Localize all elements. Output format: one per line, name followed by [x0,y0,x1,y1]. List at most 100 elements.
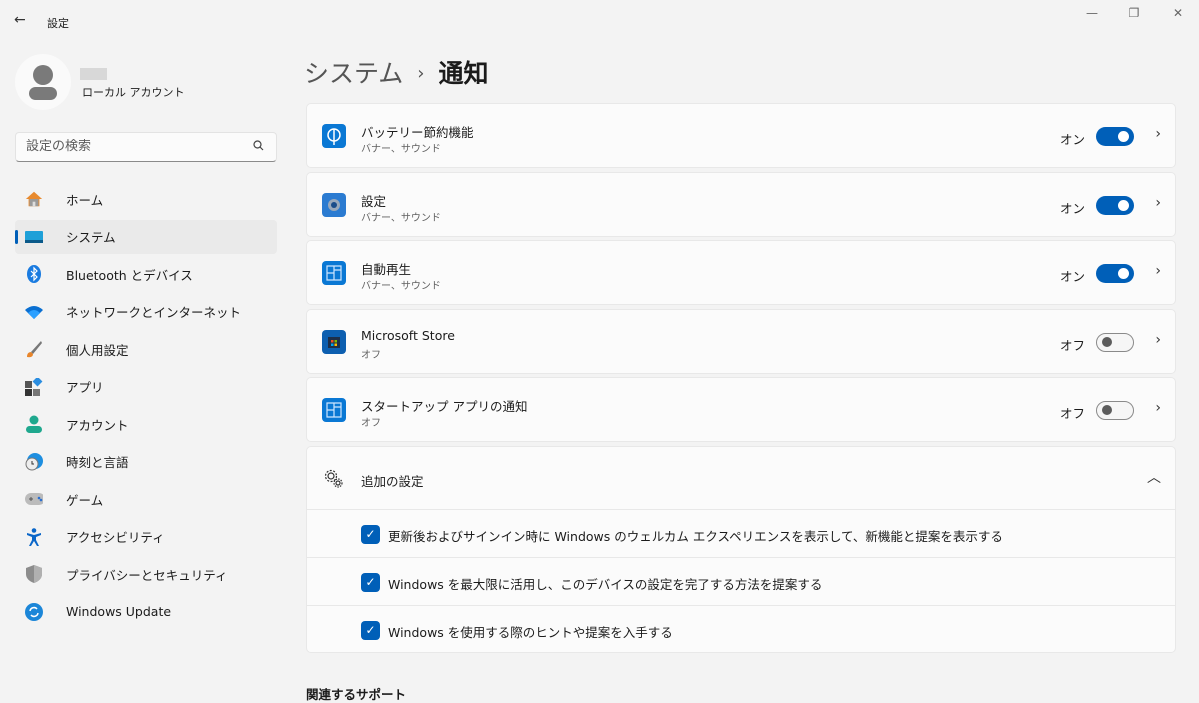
notification-toggle[interactable] [1096,127,1134,146]
breadcrumb-system[interactable]: システム [304,59,403,88]
chevron-up-icon[interactable]: ︿ [1147,467,1161,487]
brush-icon [25,340,43,358]
system-icon [25,228,43,246]
additional-option-row: ✓ Windows を使用する際のヒントや提案を入手する [307,606,1175,654]
sidebar-item-label: 個人用設定 [66,342,129,358]
app-notification-row[interactable]: スタートアップ アプリの通知 オフ オフ › [306,377,1176,442]
app-name: 設定 [361,193,387,209]
option-label[interactable]: 更新後およびサインイン時に Windows のウェルカム エクスペリエンスを表示… [388,526,1003,545]
apps-icon [25,377,43,396]
autoplay-icon [322,261,346,285]
toggle-state-label: オン [1059,132,1085,147]
chevron-right-icon[interactable]: › [1155,332,1161,348]
close-button[interactable]: ✕ [1163,6,1193,26]
breadcrumb: システム › 通知 [304,54,488,90]
sidebar-item-label: アクセシビリティ [66,530,165,545]
sidebar-item-label: 時刻と言語 [66,455,129,470]
gamepad-icon [25,490,43,508]
sidebar-item-accessibility[interactable]: アクセシビリティ [15,520,277,554]
bluetooth-icon [25,265,43,283]
notification-toggle[interactable] [1096,332,1134,352]
chevron-right-icon[interactable]: › [1155,195,1161,211]
app-notification-row[interactable]: 自動再生 バナー、サウンド オン › [306,240,1176,305]
app-notification-row[interactable]: 設定 バナー、サウンド オン › [306,171,1176,237]
sidebar-item-label: プライバシーとセキュリティ [66,567,228,583]
app-notification-row[interactable]: Microsoft Store オフ オフ › [306,308,1176,374]
sidebar-item-label: Windows Update [66,604,172,619]
additional-settings-title: 追加の設定 [361,474,424,489]
page-title: 通知 [438,59,489,88]
window-title: 設定 [47,17,69,30]
checkbox[interactable]: ✓ [361,621,380,640]
notification-toggle[interactable] [1096,195,1134,215]
checkbox[interactable]: ✓ [361,573,380,592]
app-notification-summary: オフ [361,418,381,429]
additional-option-row: ✓ Windows を最大限に活用し、このデバイスの設定を完了する方法を提案する [307,558,1175,606]
store-icon [322,329,346,354]
sidebar-item-system[interactable]: システム [15,219,277,254]
toggle-state-label: オフ [1059,337,1085,353]
chevron-right-icon[interactable]: › [1155,400,1161,416]
app-notification-summary: バナー、サウンド [361,281,441,292]
app-name: Microsoft Store [361,327,455,343]
sidebar-item-label: アプリ [66,380,104,395]
sidebar-item-label: ホーム [66,192,104,208]
sidebar-item-label: Bluetooth とデバイス [66,267,193,283]
checkbox[interactable]: ✓ [361,525,380,544]
app-notification-summary: オフ [361,349,381,361]
app-notification-row[interactable]: バッテリー節約機能 バナー、サウンド オン › [306,103,1176,168]
user-name-redacted [80,68,107,80]
chevron-right-icon[interactable]: › [1155,263,1161,279]
option-label[interactable]: Windows を最大限に活用し、このデバイスの設定を完了する方法を提案する [388,574,822,593]
toggle-state-label: オン [1059,200,1085,216]
account-icon [25,415,43,433]
option-label[interactable]: Windows を使用する際のヒントや提案を入手する [388,622,673,641]
update-icon [25,602,43,621]
shield-icon [25,565,43,583]
sidebar-item-bluetooth[interactable]: Bluetooth とデバイス [15,257,277,291]
maximize-button[interactable]: ❐ [1119,6,1149,26]
back-button[interactable]: ← [14,12,26,28]
sidebar-item-brush[interactable]: 個人用設定 [15,332,277,366]
additional-settings: 追加の設定 ︿ ✓ 更新後およびサインイン時に Windows のウェルカム エク… [306,446,1176,653]
sidebar-item-time-language[interactable]: 時刻と言語 [15,445,277,479]
settings-search[interactable] [15,132,277,162]
search-icon[interactable] [253,140,264,154]
sidebar-item-label: ゲーム [66,492,104,508]
sidebar-item-wifi[interactable]: ネットワークとインターネット [15,295,277,329]
wifi-icon [25,303,43,321]
sidebar-item-home[interactable]: ホーム [15,182,277,216]
settings-gear-icon [322,192,346,217]
sidebar-item-account[interactable]: アカウント [15,407,277,441]
related-support-heading: 関連するサポート [306,687,407,702]
accessibility-icon [25,527,43,546]
sidebar-item-gamepad[interactable]: ゲーム [15,482,277,516]
account-type: ローカル アカウント [82,86,185,99]
sidebar-item-label: アカウント [66,417,129,433]
sidebar-item-update[interactable]: Windows Update [15,595,277,629]
home-icon [25,190,43,208]
avatar[interactable] [15,54,71,110]
notification-toggle[interactable] [1096,264,1134,283]
app-name: スタートアップ アプリの通知 [361,399,528,414]
sidebar-item-label: システム [66,230,116,245]
notification-toggle[interactable] [1096,401,1134,420]
search-input[interactable] [26,139,246,154]
app-notification-summary: バナー、サウンド [361,212,441,224]
sidebar-nav: ホームシステム Bluetooth とデバイスネットワークとインターネット個人用設… [15,182,277,632]
sidebar-item-shield[interactable]: プライバシーとセキュリティ [15,557,277,591]
app-name: 自動再生 [361,262,412,277]
chevron-right-icon[interactable]: › [1155,126,1161,142]
minimize-button[interactable]: — [1077,6,1107,26]
additional-settings-header[interactable]: 追加の設定 ︿ [307,447,1175,510]
startup-apps-icon [322,398,346,422]
app-name: バッテリー節約機能 [361,125,474,140]
toggle-state-label: オフ [1059,406,1085,421]
time-language-icon [25,452,43,471]
sidebar-item-apps[interactable]: アプリ [15,370,277,404]
battery-saver-icon [322,124,346,148]
breadcrumb-separator: › [417,63,425,84]
gears-icon [323,468,345,494]
app-notification-summary: バナー、サウンド [361,144,441,155]
toggle-state-label: オン [1059,269,1085,284]
